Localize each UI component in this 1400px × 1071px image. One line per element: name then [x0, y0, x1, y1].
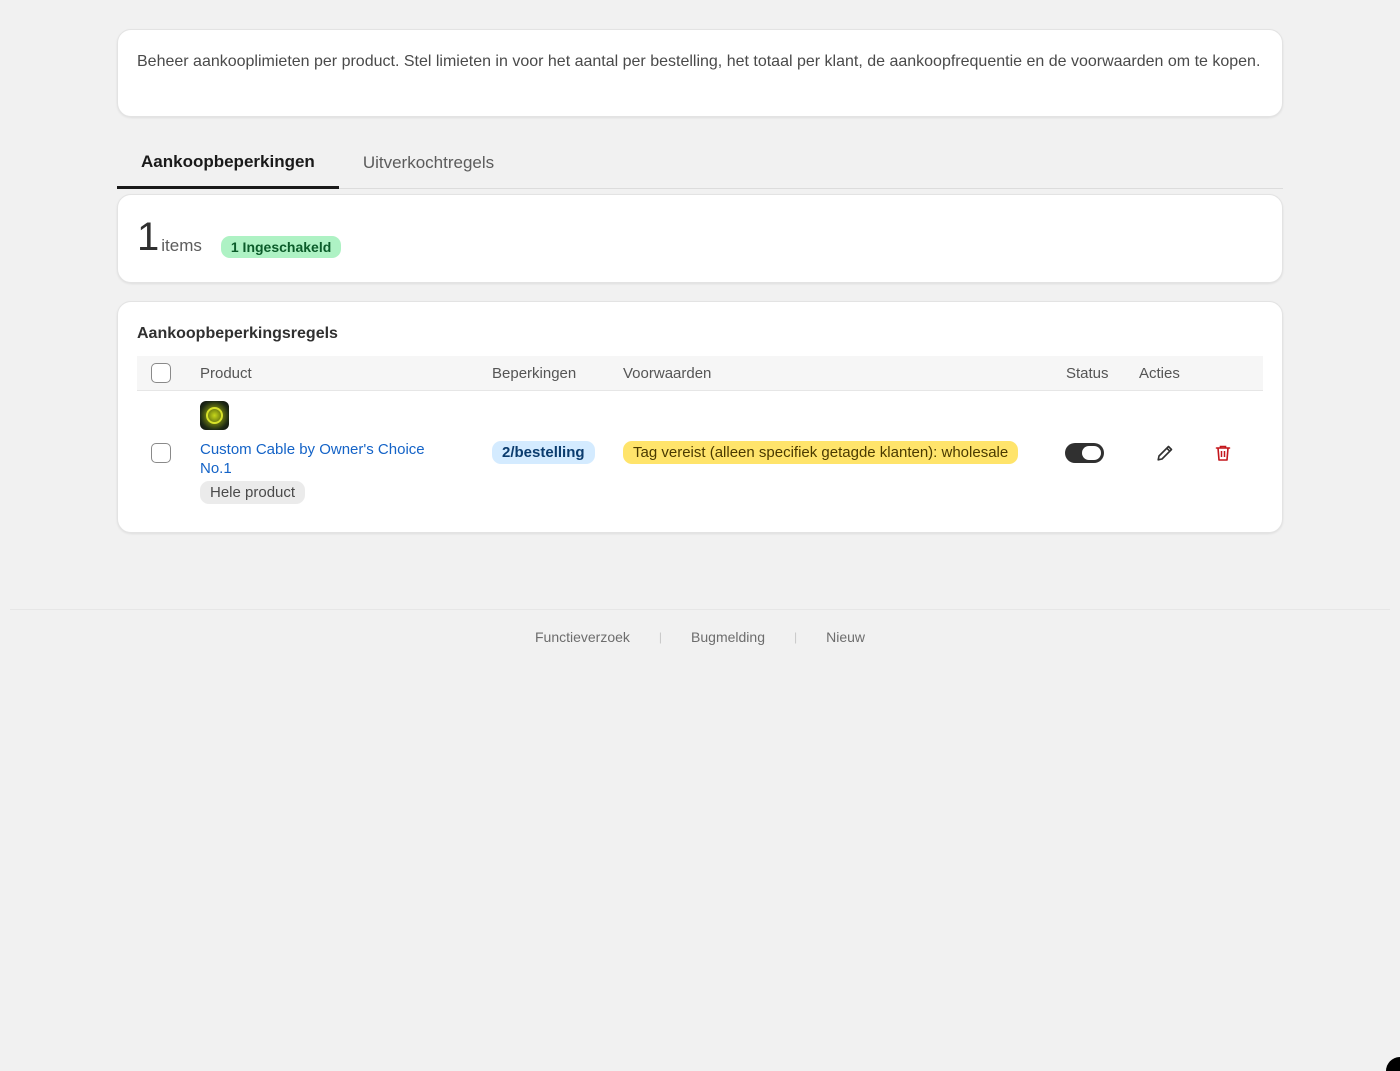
column-actions: Acties — [1139, 365, 1180, 382]
footer-divider — [10, 609, 1390, 610]
product-link[interactable]: Custom Cable by Owner's Choice No.1 — [200, 440, 460, 478]
tab-purchase-limits[interactable]: Aankoopbeperkingen — [117, 137, 339, 189]
scope-badge: Hele product — [200, 481, 306, 504]
intro-text: Beheer aankooplimieten per product. Stel… — [137, 53, 1261, 70]
edit-button[interactable] — [1155, 443, 1175, 463]
enabled-badge: 1 Ingeschakeld — [220, 235, 342, 258]
condition-badge: Tag vereist (alleen specifiek getagde kl… — [623, 441, 1019, 464]
pencil-icon — [1157, 445, 1173, 461]
tab-bar: Aankoopbeperkingen Uitverkochtregels — [117, 137, 1283, 189]
column-status: Status — [1066, 365, 1109, 382]
new-link[interactable]: Nieuw — [826, 629, 865, 645]
status-toggle[interactable] — [1065, 443, 1104, 463]
select-all-checkbox[interactable] — [151, 363, 171, 383]
column-conditions: Voorwaarden — [623, 365, 712, 382]
product-thumbnail — [200, 401, 229, 430]
bug-report-link[interactable]: Bugmelding — [691, 629, 765, 645]
footer: Functieverzoek | Bugmelding | Nieuw — [0, 629, 1400, 645]
table-header: Product Beperkingen Voorwaarden Status A… — [137, 356, 1263, 391]
feature-request-link[interactable]: Functieverzoek — [535, 629, 630, 645]
footer-separator: | — [658, 630, 663, 644]
window-corner — [1386, 1057, 1400, 1071]
delete-button[interactable] — [1213, 443, 1233, 463]
tab-sold-out-rules[interactable]: Uitverkochtregels — [339, 137, 518, 189]
summary-card: 1 items 1 Ingeschakeld — [117, 194, 1283, 283]
limit-badge: 2/bestelling — [492, 441, 595, 464]
rules-title: Aankoopbeperkingsregels — [137, 325, 338, 342]
toggle-knob — [1082, 446, 1101, 460]
item-count: 1 — [137, 214, 160, 259]
trash-icon — [1215, 445, 1231, 461]
column-product: Product — [200, 365, 252, 382]
footer-separator: | — [793, 630, 798, 644]
row-checkbox[interactable] — [151, 443, 171, 463]
item-count-label: items — [161, 235, 202, 255]
column-limits: Beperkingen — [492, 365, 577, 382]
rules-card: Aankoopbeperkingsregels Product Beperkin… — [117, 301, 1283, 533]
intro-card: Beheer aankooplimieten per product. Stel… — [117, 29, 1283, 117]
table-row: Custom Cable by Owner's Choice No.1 Hele… — [137, 391, 1263, 521]
